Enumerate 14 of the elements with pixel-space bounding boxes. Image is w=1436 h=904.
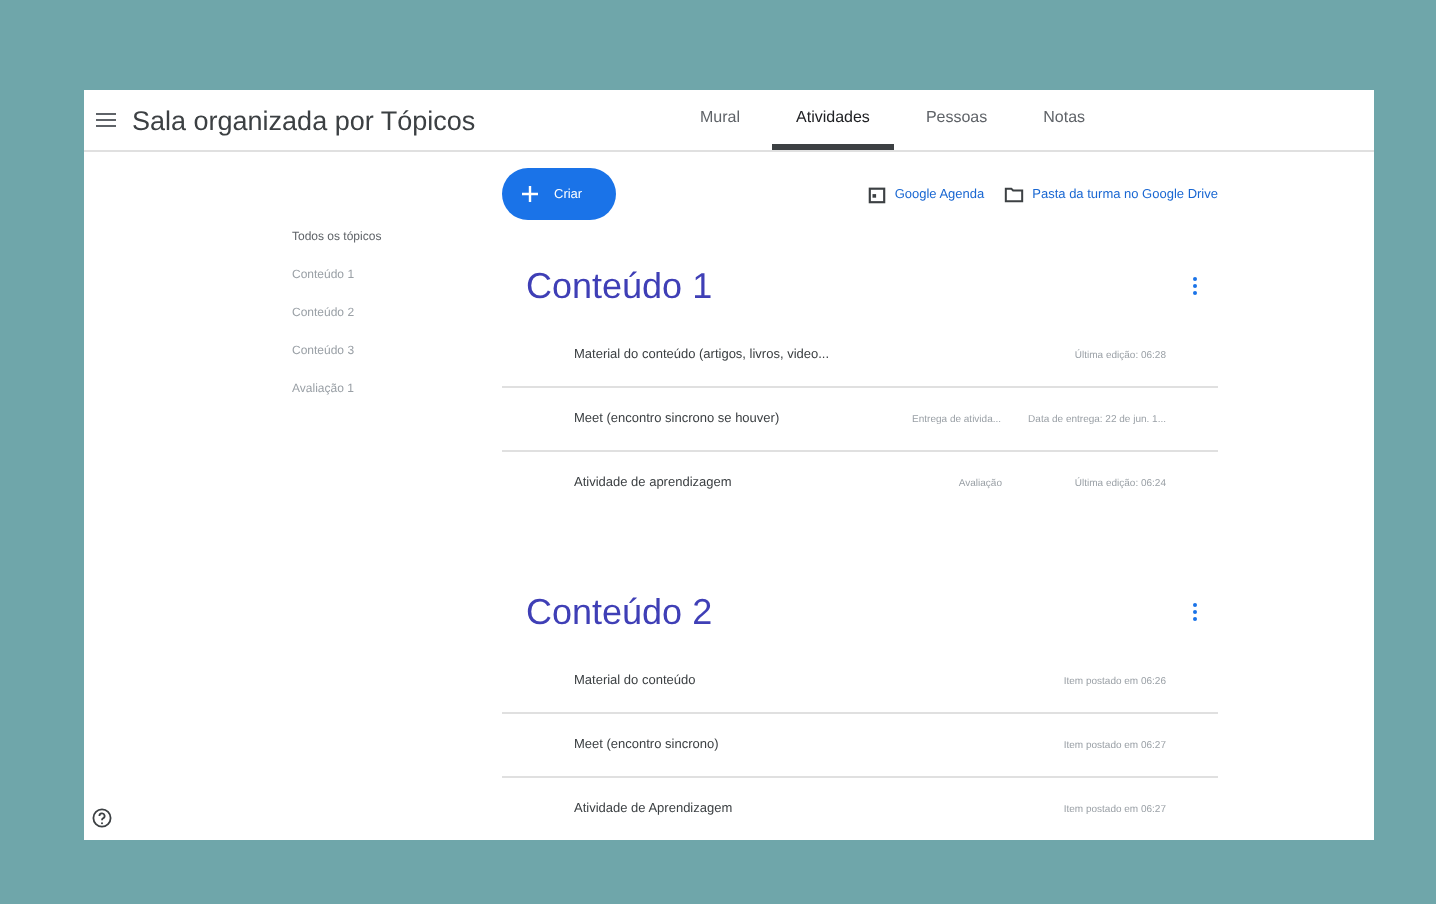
topic-heading: Conteúdo 2 [526,591,713,633]
folder-icon [1004,185,1025,203]
nav-tab[interactable]: Atividades [772,90,894,150]
more-options-icon[interactable] [1192,276,1198,296]
nav-tab[interactable]: Notas [1019,90,1110,150]
nav-tab[interactable]: Pessoas [901,90,1012,150]
menu-icon[interactable] [96,112,116,128]
more-options-icon[interactable] [1192,602,1198,622]
class-title: Sala organizada por Tópicos [132,105,476,135]
plus-icon [522,186,538,202]
nav-tab[interactable]: Mural [676,90,765,150]
topic-heading: Conteúdo 1 [526,265,713,307]
calendar-icon [868,185,887,203]
help-icon[interactable] [92,808,112,828]
